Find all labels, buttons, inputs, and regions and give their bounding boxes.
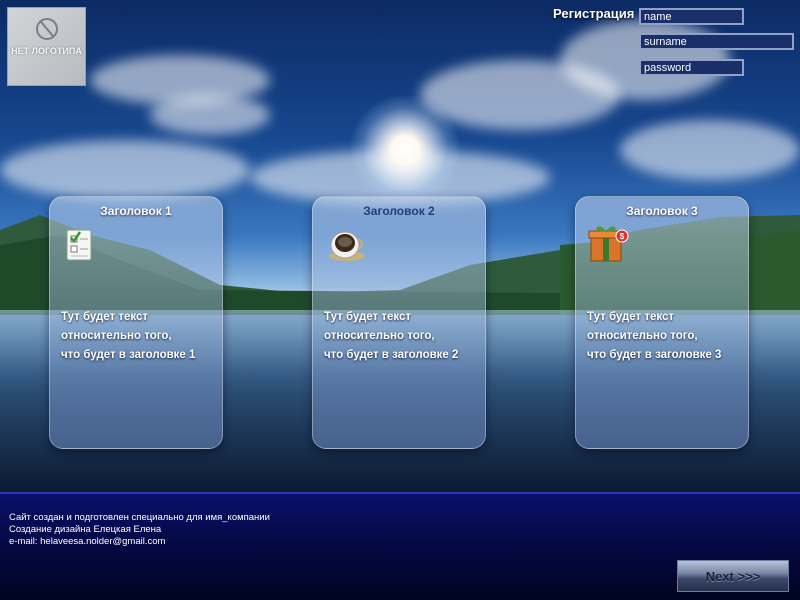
card-text-line: относительно того,: [324, 330, 435, 342]
info-card-1: Заголовок 1 Тут будет текст относительно…: [49, 196, 223, 449]
footer: Сайт создан и подготовлен специально для…: [0, 492, 800, 600]
registration-title[interactable]: Регистрация: [553, 6, 634, 21]
card-text-line: что будет в заголовке 1: [61, 349, 196, 361]
card-text-line: Тут будет текст: [587, 311, 675, 323]
svg-text:$: $: [620, 232, 625, 241]
card-text: Тут будет текст относительно того, что б…: [324, 308, 482, 365]
card-title[interactable]: Заголовок 1: [50, 204, 222, 218]
surname-field[interactable]: [639, 33, 794, 50]
name-field[interactable]: [639, 8, 744, 25]
card-text-line: относительно того,: [587, 330, 698, 342]
footer-credits: Сайт создан и подготовлен специально для…: [9, 512, 270, 523]
footer-designer: Создание дизайна Елецкая Елена: [9, 524, 162, 535]
info-card-2: Заголовок 2 Тут будет текст относительно…: [312, 196, 486, 449]
card-text-line: Тут будет текст: [61, 311, 149, 323]
cloud: [620, 120, 800, 180]
card-text: Тут будет текст относительно того, что б…: [587, 308, 745, 365]
logo[interactable]: НЕТ ЛОГОТИПА: [7, 7, 86, 86]
no-logo-icon: [35, 18, 58, 40]
card-title[interactable]: Заголовок 3: [576, 204, 748, 218]
info-card-3: Заголовок 3 $ Тут будет текст относитель…: [575, 196, 749, 449]
card-text-line: Тут будет текст: [324, 311, 412, 323]
card-title[interactable]: Заголовок 2: [313, 204, 485, 218]
card-text-line: относительно того,: [61, 330, 172, 342]
password-field[interactable]: [639, 59, 744, 76]
card-text: Тут будет текст относительно того, что б…: [61, 308, 219, 365]
cloud: [0, 140, 250, 200]
card-text-line: что будет в заголовке 3: [587, 349, 722, 361]
card-text-line: что будет в заголовке 2: [324, 349, 459, 361]
cloud: [150, 95, 270, 135]
checklist-icon: [66, 229, 92, 261]
next-button[interactable]: Next >>>: [677, 560, 789, 592]
sun: [350, 95, 460, 205]
footer-email[interactable]: e-mail: helaveesa.nolder@gmail.com: [9, 536, 165, 547]
logo-text: НЕТ ЛОГОТИПА: [11, 46, 82, 56]
coffee-cup-icon: [329, 231, 365, 261]
gift-box-icon: $: [588, 226, 629, 262]
